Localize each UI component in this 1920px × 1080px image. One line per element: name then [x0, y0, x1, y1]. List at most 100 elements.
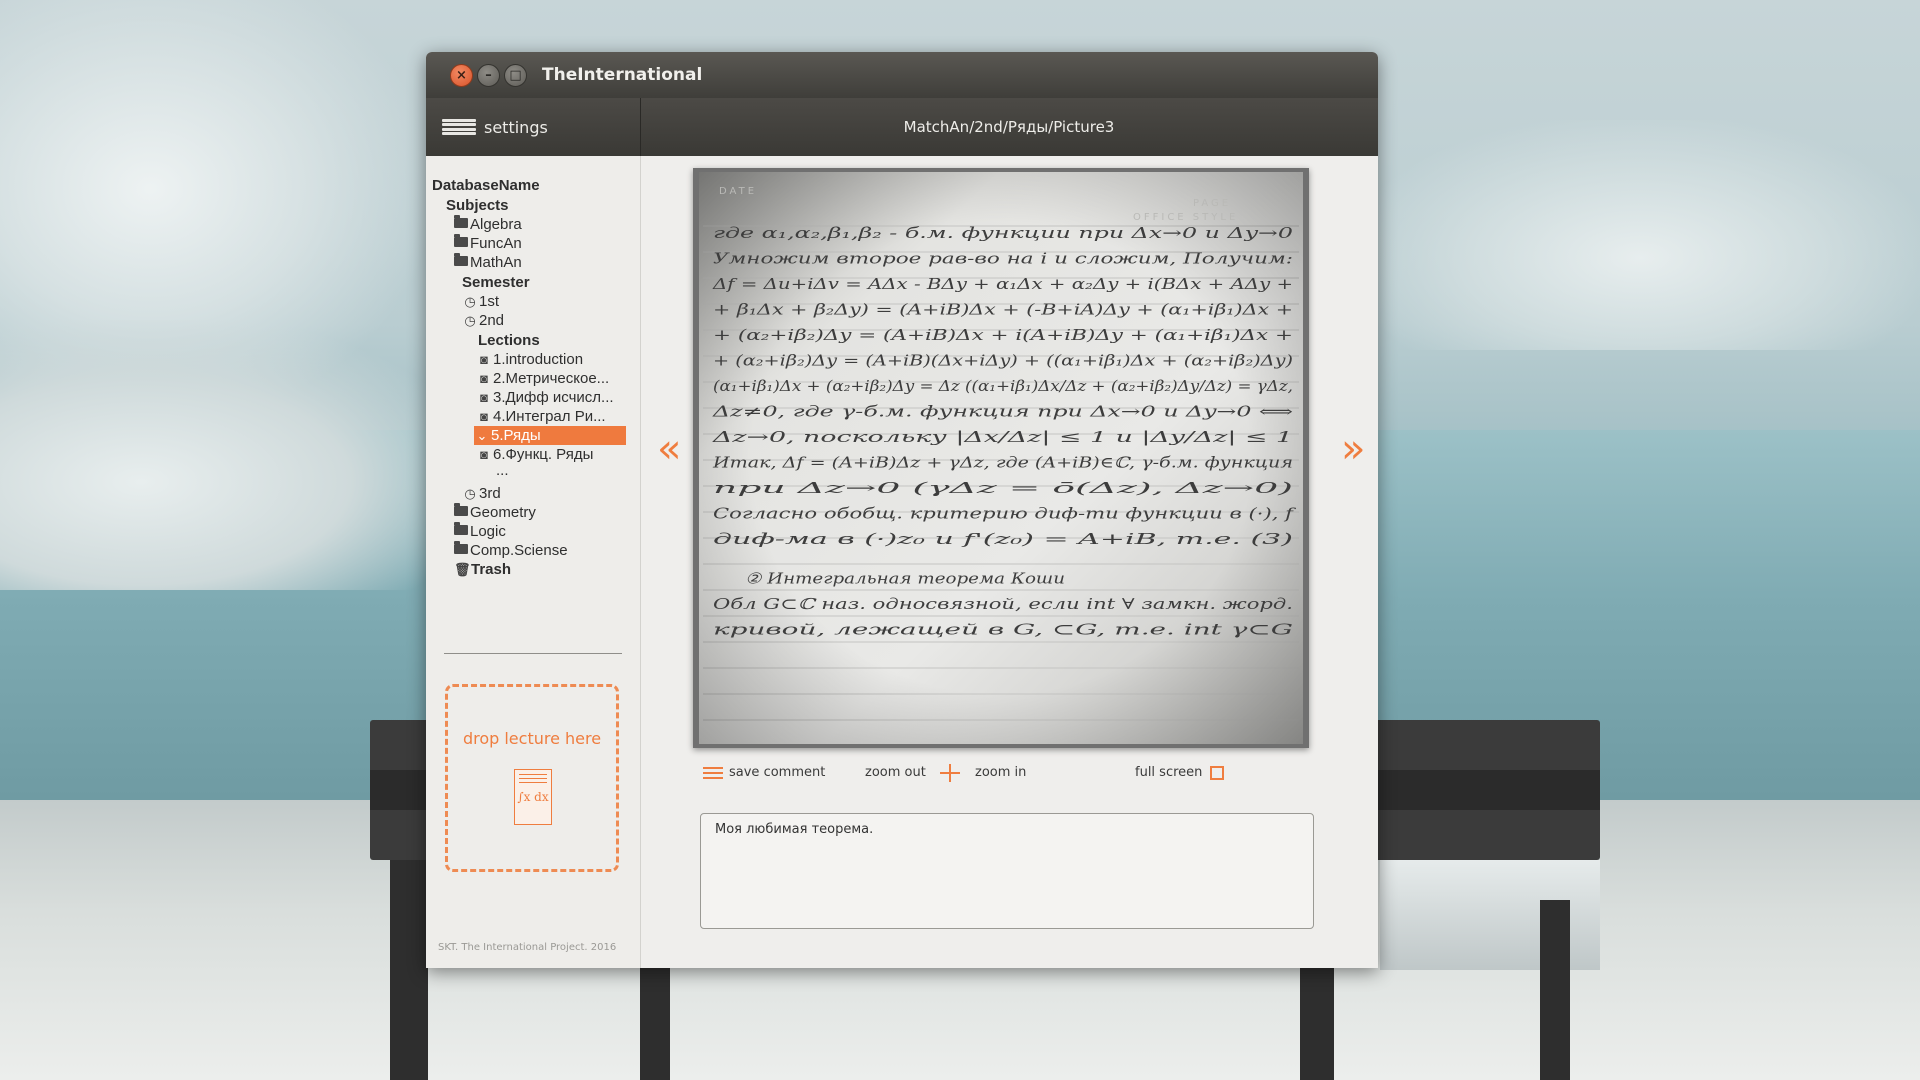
minimize-icon: – — [485, 68, 492, 83]
window-title: TheInternational — [542, 65, 703, 85]
page-header-style: OFFICE STYLE — [1133, 212, 1238, 223]
folder-icon — [454, 503, 468, 516]
notebook-page-photo: DATE PAGE OFFICE STYLE где α₁,α₂,β₁,β₂ -… — [699, 172, 1303, 744]
handwritten-line: Δz→0, поскольку |Δx/Δz| ≤ 1 и |Δy/Δz| ≤ … — [711, 428, 1293, 446]
tree-item-label: 1.introduction — [493, 351, 584, 368]
tree-database-root[interactable]: DatabaseName — [432, 176, 540, 195]
tree-item-lecture-1[interactable]: ◙ 1.introduction — [476, 350, 583, 369]
handwritten-line: Обл G⊂ℂ наз. односвязной, если int ∀ зам… — [713, 595, 1293, 613]
trash-icon: 🗑︎ — [454, 562, 471, 577]
lecture-drop-zone[interactable]: drop lecture here ∫x dx — [445, 684, 619, 872]
folder-icon — [454, 234, 468, 247]
tree-item-1st[interactable]: ◷ 1st — [462, 292, 499, 311]
drop-zone-label: drop lecture here — [462, 729, 602, 748]
zoom-out-label: zoom out — [865, 765, 926, 780]
footer-credits: SKT. The International Project. 2016 — [438, 942, 617, 953]
tree-item-label: Comp.Sciense — [470, 542, 568, 559]
app-window: × – □ TheInternational settings MatchAn/… — [426, 52, 1378, 968]
minimize-window-button[interactable]: – — [477, 64, 500, 87]
handwritten-line: диф-ма в (·)z₀ и f'(z₀) = A+iB, т.е. (3) — [713, 530, 1293, 548]
breadcrumb: MatchAn/2nd/Ряды/Picture3 — [903, 118, 1115, 136]
camera-icon: ◙ — [480, 409, 488, 424]
folder-icon — [454, 253, 468, 266]
menu-icon — [442, 119, 476, 135]
comment-field[interactable]: Моя любимая теорема. — [700, 813, 1314, 929]
tree-item-comp-sciense[interactable]: Comp.Sciense — [454, 541, 568, 560]
zoom-in-button[interactable]: zoom in — [941, 760, 1026, 786]
previous-picture-button[interactable]: « — [657, 426, 681, 472]
tree-item-algebra[interactable]: Algebra — [454, 215, 522, 234]
tree-item-mathan[interactable]: MathAn — [454, 253, 522, 272]
wallpaper-trees-right — [1360, 120, 1920, 350]
tree-item-lecture-2[interactable]: ◙ 2.Метрическое... — [476, 369, 609, 388]
lecture-picture: DATE PAGE OFFICE STYLE где α₁,α₂,β₁,β₂ -… — [693, 168, 1309, 748]
tree-item-lecture-6[interactable]: ◙ 6.Функц. Ряды — [476, 445, 593, 464]
clock-icon: ◷ — [464, 313, 476, 328]
full-screen-button[interactable]: full screen — [1135, 760, 1225, 786]
tree-item-label: Trash — [471, 561, 512, 578]
tree-subjects[interactable]: Subjects — [446, 196, 509, 215]
handwritten-line: + (α₂+iβ₂)Δy = (A+iB)(Δx+iΔy) + ((α₁+iβ₁… — [713, 352, 1293, 370]
tree-item-2nd[interactable]: ◷ 2nd — [462, 311, 504, 330]
sidebar: DatabaseName Subjects Algebra FuncAn Mat… — [426, 156, 641, 968]
wallpaper-bench-leg — [1540, 900, 1570, 1080]
close-window-button[interactable]: × — [450, 64, 473, 87]
handwritten-line: кривой, лежащей в G, ⊂G, т.е. int γ⊂G — [713, 621, 1293, 639]
page-header-date: DATE — [719, 186, 757, 197]
tree-item-logic[interactable]: Logic — [454, 522, 506, 541]
camera-icon: ◙ — [480, 352, 488, 367]
camera-icon: ◙ — [480, 447, 488, 462]
tree-item-lecture-3[interactable]: ◙ 3.Дифф исчисл... — [476, 388, 614, 407]
clock-icon: ◷ — [464, 294, 476, 309]
tree-item-label: 4.Интеграл Ри... — [493, 408, 606, 425]
plus-icon — [941, 764, 959, 782]
maximize-window-button[interactable]: □ — [504, 64, 527, 87]
tree-item-label: Geometry — [470, 504, 536, 521]
settings-button[interactable]: settings — [442, 112, 548, 142]
maximize-icon: □ — [509, 68, 522, 83]
clock-icon: ◷ — [464, 486, 476, 501]
wallpaper-trees-left — [0, 0, 430, 420]
save-icon — [703, 767, 723, 779]
handwritten-line: Согласно обобщ. критерию диф-ти функции … — [713, 505, 1296, 523]
folder-icon — [454, 522, 468, 535]
save-comment-label: save comment — [729, 765, 826, 780]
tree-item-lecture-4[interactable]: ◙ 4.Интеграл Ри... — [476, 407, 606, 426]
tree-item-funcan[interactable]: FuncAn — [454, 234, 522, 253]
tree-item-geometry[interactable]: Geometry — [454, 503, 536, 522]
title-bar[interactable]: × – □ TheInternational — [426, 52, 1378, 98]
toolbar: settings MatchAn/2nd/Ряды/Picture3 — [426, 98, 1378, 156]
chevron-down-icon: ⌄ — [476, 428, 488, 443]
wallpaper-bench-leg — [390, 860, 428, 1080]
handwritten-line: (α₁+iβ₁)Δx + (α₂+iβ₂)Δy = Δz ((α₁+iβ₁)Δx… — [713, 377, 1293, 395]
handwritten-line: Умножим второе рав-во на i и сложим, Пол… — [713, 250, 1293, 268]
tree-item-3rd[interactable]: ◷ 3rd — [462, 484, 501, 503]
tree-item-label: 3rd — [479, 485, 501, 502]
wallpaper-shore — [0, 320, 470, 590]
tree-item-lecture-5-selected[interactable]: ⌄ 5.Ряды — [474, 426, 626, 445]
tree-item-more[interactable]: ... — [496, 461, 509, 480]
tree-item-label: MathAn — [470, 254, 522, 271]
zoom-in-label: zoom in — [975, 765, 1027, 780]
settings-label: settings — [484, 117, 548, 137]
document-icon: ∫x dx — [514, 769, 552, 825]
tree-item-label: 2.Метрическое... — [493, 370, 610, 387]
tree-item-label: 1st — [479, 293, 500, 310]
next-picture-button[interactable]: » — [1341, 426, 1365, 472]
wallpaper-bench-seat — [1380, 860, 1600, 970]
tree-item-label: Logic — [470, 523, 506, 540]
viewer-controls: save comment zoom out zoom in full scree… — [641, 760, 1378, 786]
tree-item-label: 3.Дифф исчисл... — [493, 389, 614, 406]
handwritten-line: + (α₂+iβ₂)Δy = (A+iB)Δx + i(A+iB)Δy + (α… — [713, 326, 1293, 344]
tree-item-label: 2nd — [479, 312, 505, 329]
lecture-viewer: « DATE PAGE OFFICE STYLE где α₁,α₂,β₁,β₂… — [641, 156, 1378, 968]
handwritten-line: Итак, Δf = (A+iB)Δz + γΔz, где (A+iB)∈ℂ,… — [712, 454, 1293, 472]
camera-icon: ◙ — [480, 390, 488, 405]
handwritten-line: + β₁Δx + β₂Δy) = (A+iB)Δx + (-B+iA)Δy + … — [713, 301, 1293, 319]
handwritten-line: Δf = Δu+iΔv = AΔx - BΔy + α₁Δx + α₂Δy + … — [712, 275, 1293, 293]
page-header-page: PAGE — [1193, 198, 1231, 209]
tree-item-trash[interactable]: 🗑︎Trash — [454, 560, 511, 579]
tree-item-label: Algebra — [470, 216, 522, 233]
save-comment-button[interactable]: save comment — [703, 760, 825, 786]
handwritten-line: ② Интегральная теорема Коши — [745, 570, 1065, 588]
